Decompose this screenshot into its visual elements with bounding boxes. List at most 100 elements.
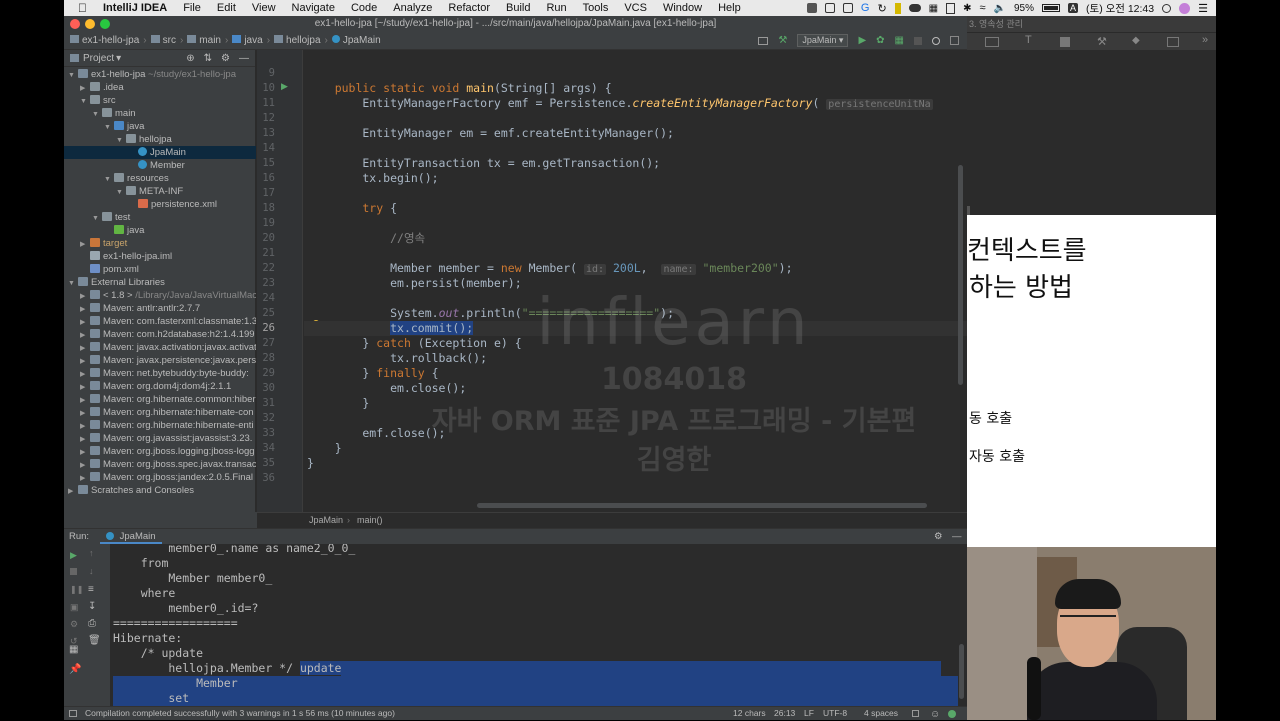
status-line-separator[interactable]: LF [804, 707, 814, 720]
dump-threads-icon[interactable]: ▣ [70, 602, 79, 613]
menu-navigate[interactable]: Navigate [284, 2, 343, 14]
menu-help[interactable]: Help [710, 2, 749, 14]
vcs-icon[interactable] [950, 36, 959, 45]
tree-item[interactable]: ▶ Maven: com.h2database:h2:1.4.199 [64, 328, 256, 341]
stop-run-icon[interactable] [70, 568, 77, 575]
tree-item[interactable]: JpaMain [64, 146, 256, 159]
chevron-right-icon[interactable]: ▶ [68, 485, 78, 497]
tree-item[interactable]: java [64, 224, 256, 237]
chevron-down-icon[interactable]: ▼ [116, 186, 126, 198]
bluetooth-icon[interactable]: ✱ [963, 3, 971, 14]
tree-item[interactable]: pom.xml [64, 263, 256, 276]
menu-app-name[interactable]: IntelliJ IDEA [95, 2, 175, 14]
crumb-hellojpa[interactable]: hellojpa [270, 35, 324, 46]
status-message[interactable]: Compilation completed successfully with … [85, 707, 395, 720]
trash-icon[interactable]: 🗑 [88, 635, 101, 646]
tree-item[interactable]: ▶ Maven: org.jboss.logging:jboss-logg [64, 445, 256, 458]
project-view-icon[interactable] [70, 54, 79, 62]
chevron-right-icon[interactable]: ▶ [80, 290, 90, 302]
crumb-main[interactable]: main [183, 35, 225, 46]
sync-icon[interactable]: G [861, 2, 870, 14]
pen-icon[interactable] [894, 2, 901, 14]
chevron-down-icon[interactable]: ▼ [92, 108, 102, 120]
tree-item[interactable]: ▼ External Libraries [64, 276, 256, 289]
tree-item[interactable]: ▶ < 1.8 > /Library/Java/JavaVirtualMac [64, 289, 256, 302]
run-tab[interactable]: JpaMain [100, 529, 162, 544]
status-indent[interactable]: 4 spaces [864, 707, 898, 720]
refresh-icon[interactable]: ↻ [877, 2, 886, 15]
tree-item[interactable]: ▶ Maven: org.javassist:javassist:3.23. [64, 432, 256, 445]
tree-item[interactable]: ▼ test [64, 211, 256, 224]
console-scrollbar[interactable] [959, 644, 964, 699]
chevron-right-icon[interactable]: ▶ [80, 394, 90, 406]
cloud-icon[interactable] [908, 4, 921, 12]
run-config-select[interactable]: JpaMain ▾ [797, 34, 849, 47]
battery-icon[interactable] [1042, 4, 1061, 12]
chevron-right-icon[interactable]: ▶ [80, 420, 90, 432]
status-icon-1[interactable] [806, 3, 817, 13]
keynote-tab[interactable]: 3. 영속성 관리 [967, 16, 1216, 32]
tree-item[interactable]: ▶ Maven: org.dom4j:dom4j:2.1.1 [64, 380, 256, 393]
chevron-right-icon[interactable]: ▶ [80, 329, 90, 341]
horizontal-scrollbar[interactable] [477, 503, 927, 508]
menu-refactor[interactable]: Refactor [440, 2, 498, 14]
table-icon[interactable] [985, 37, 999, 47]
chevron-down-icon[interactable]: ▼ [68, 277, 78, 289]
debug-icon[interactable]: ✿ [876, 35, 884, 46]
gear-icon[interactable]: ⚙ [221, 53, 230, 64]
tree-item[interactable]: ex1-hello-jpa.iml [64, 250, 256, 263]
crumb-src[interactable]: src [147, 35, 180, 46]
chevron-right-icon[interactable]: ▶ [80, 433, 90, 445]
layout-icon[interactable] [758, 36, 769, 45]
soft-wrap-icon[interactable]: ≡ [88, 584, 94, 595]
grid-icon[interactable]: ▦ [929, 3, 938, 14]
more-icon[interactable]: » [1202, 34, 1208, 46]
run-icon[interactable]: ▶ [858, 35, 866, 46]
tree-item[interactable]: ▶ Maven: org.hibernate.common:hiber [64, 393, 256, 406]
chevron-right-icon[interactable]: ▶ [80, 303, 90, 315]
battery-percent[interactable]: 95% [1014, 3, 1034, 14]
chevron-right-icon[interactable]: ▶ [80, 407, 90, 419]
status-icon-2[interactable] [824, 3, 835, 13]
scroll-up-icon[interactable]: ↑ [89, 548, 94, 558]
tree-item[interactable]: ▶ Maven: net.bytebuddy:byte-buddy: [64, 367, 256, 380]
menu-build[interactable]: Build [498, 2, 538, 14]
settings-icon[interactable]: ⚙ [934, 529, 943, 544]
tree-item[interactable]: ▶ Maven: org.hibernate:hibernate-enti [64, 419, 256, 432]
chevron-right-icon[interactable]: ▶ [80, 381, 90, 393]
spotlight-icon[interactable] [1162, 3, 1172, 13]
chevron-down-icon[interactable]: ▼ [104, 173, 114, 185]
breadcrumb-method[interactable]: main() [357, 513, 383, 528]
crumb-project[interactable]: ex1-hello-jpa [64, 35, 143, 46]
status-icon-3[interactable] [842, 3, 853, 13]
tree-item[interactable]: ▼ src [64, 94, 256, 107]
chevron-right-icon[interactable]: ▶ [80, 342, 90, 354]
chevron-right-icon[interactable]: ▶ [80, 472, 90, 484]
siri-icon[interactable] [1179, 2, 1191, 14]
volume-icon[interactable]: 🔈 [994, 3, 1006, 14]
tree-item[interactable]: ▶ Scratches and Consoles [64, 484, 256, 497]
zoom-window-button[interactable] [100, 19, 110, 29]
text-icon[interactable]: T [1025, 34, 1032, 46]
tree-item[interactable]: ▶ Maven: javax.activation:javax.activat [64, 341, 256, 354]
tree-item[interactable]: ▶ Maven: org.hibernate:hibernate-con [64, 406, 256, 419]
tree-item[interactable]: persistence.xml [64, 198, 256, 211]
stop-icon[interactable] [914, 36, 922, 45]
menu-vcs[interactable]: VCS [616, 2, 655, 14]
tree-item[interactable]: ▶ Maven: org.jboss:jandex:2.0.5.Final [64, 471, 256, 484]
clipboard-icon[interactable] [946, 2, 956, 14]
menu-analyze[interactable]: Analyze [385, 2, 440, 14]
menu-run[interactable]: Run [538, 2, 574, 14]
apple-icon[interactable]:  [64, 1, 95, 15]
project-view-select[interactable]: Project [83, 53, 114, 64]
run-console[interactable]: ▶ ↑ ↓ ❚❚ ≡ ▣ ↧ ⚙ ⎙ ↺ 🗑 ▦ 📌 member0_.name… [64, 544, 967, 706]
search-everywhere-icon[interactable] [932, 36, 940, 45]
collapse-all-icon[interactable]: ⇅ [204, 53, 212, 64]
tree-item[interactable]: ▼ hellojpa [64, 133, 256, 146]
hide-panel-icon[interactable]: — [239, 53, 249, 64]
vertical-scrollbar[interactable] [958, 165, 963, 385]
status-panel-icon[interactable] [69, 710, 77, 717]
pause-icon[interactable]: ❚❚ [70, 585, 83, 594]
print-icon[interactable]: ⎙ [88, 618, 96, 629]
chevron-down-icon[interactable]: ▼ [92, 212, 102, 224]
